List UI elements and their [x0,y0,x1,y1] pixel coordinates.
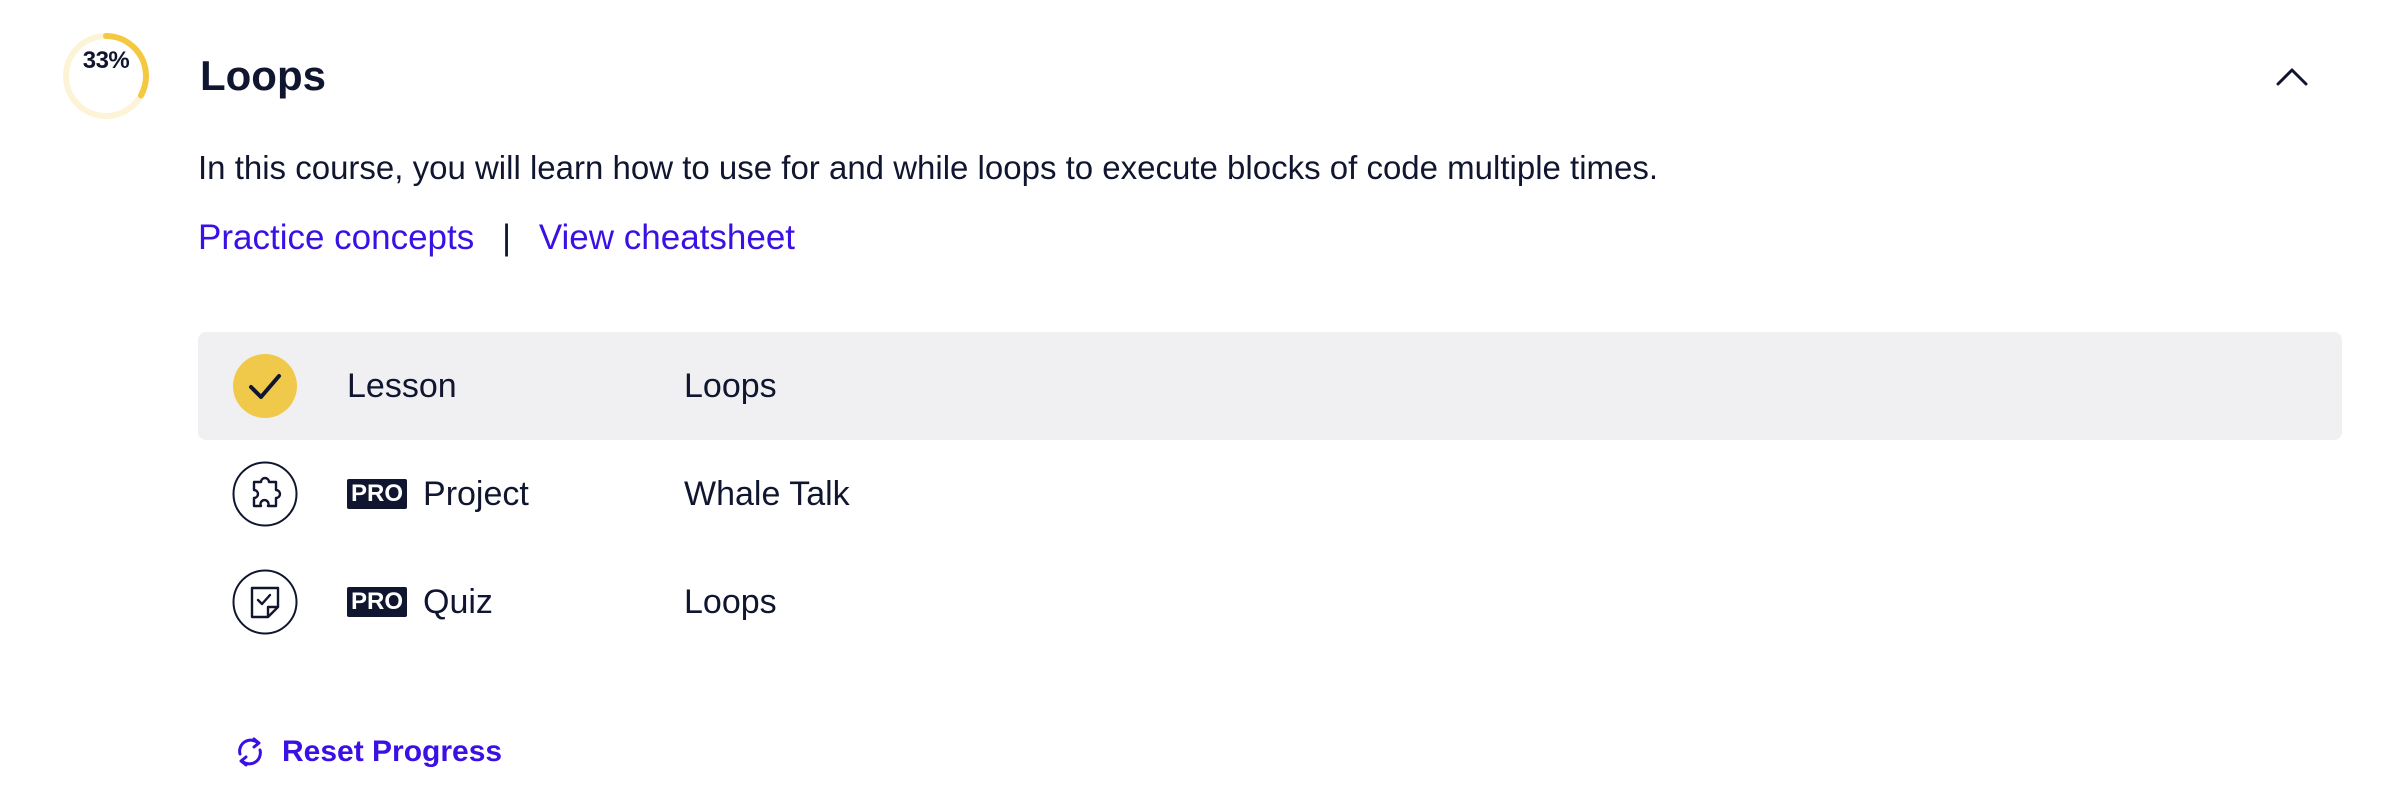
item-type: PRO Project [347,440,529,548]
pro-badge: PRO [347,479,408,509]
puzzle-icon [232,461,298,527]
module-description: In this course, you will learn how to us… [198,149,1659,186]
reset-progress-button[interactable]: Reset Progress [232,734,502,770]
refresh-icon [238,737,262,767]
reset-progress-label: Reset Progress [282,735,503,768]
item-type-label: Quiz [423,582,493,621]
list-item-lesson[interactable]: Lesson Loops [198,332,2342,440]
progress-percent: 33% [82,47,130,74]
link-separator: | [501,218,512,257]
module-links: Practice concepts | View cheatsheet [198,214,795,262]
content-item-list: Lesson Loops PRO Project Whale Talk PRO … [198,332,2342,656]
collapse-button[interactable] [2266,56,2318,96]
quiz-note-icon [232,569,298,635]
view-cheatsheet-link[interactable]: View cheatsheet [539,218,795,257]
chevron-up-icon [2276,68,2308,86]
check-circle-icon [232,353,298,419]
pro-badge: PRO [347,587,408,617]
module-title: Loops [200,52,326,99]
item-title[interactable]: Loops [684,548,777,656]
item-type-label: Lesson [347,366,457,405]
list-item-quiz[interactable]: PRO Quiz Loops [198,548,2342,656]
list-item-project[interactable]: PRO Project Whale Talk [198,440,2342,548]
progress-ring: 33% [58,28,154,124]
item-type-label: Project [423,474,529,513]
item-type: Lesson [347,332,457,440]
item-type: PRO Quiz [347,548,493,656]
item-title[interactable]: Loops [684,332,777,440]
practice-concepts-link[interactable]: Practice concepts [198,218,474,257]
item-title[interactable]: Whale Talk [684,440,850,548]
